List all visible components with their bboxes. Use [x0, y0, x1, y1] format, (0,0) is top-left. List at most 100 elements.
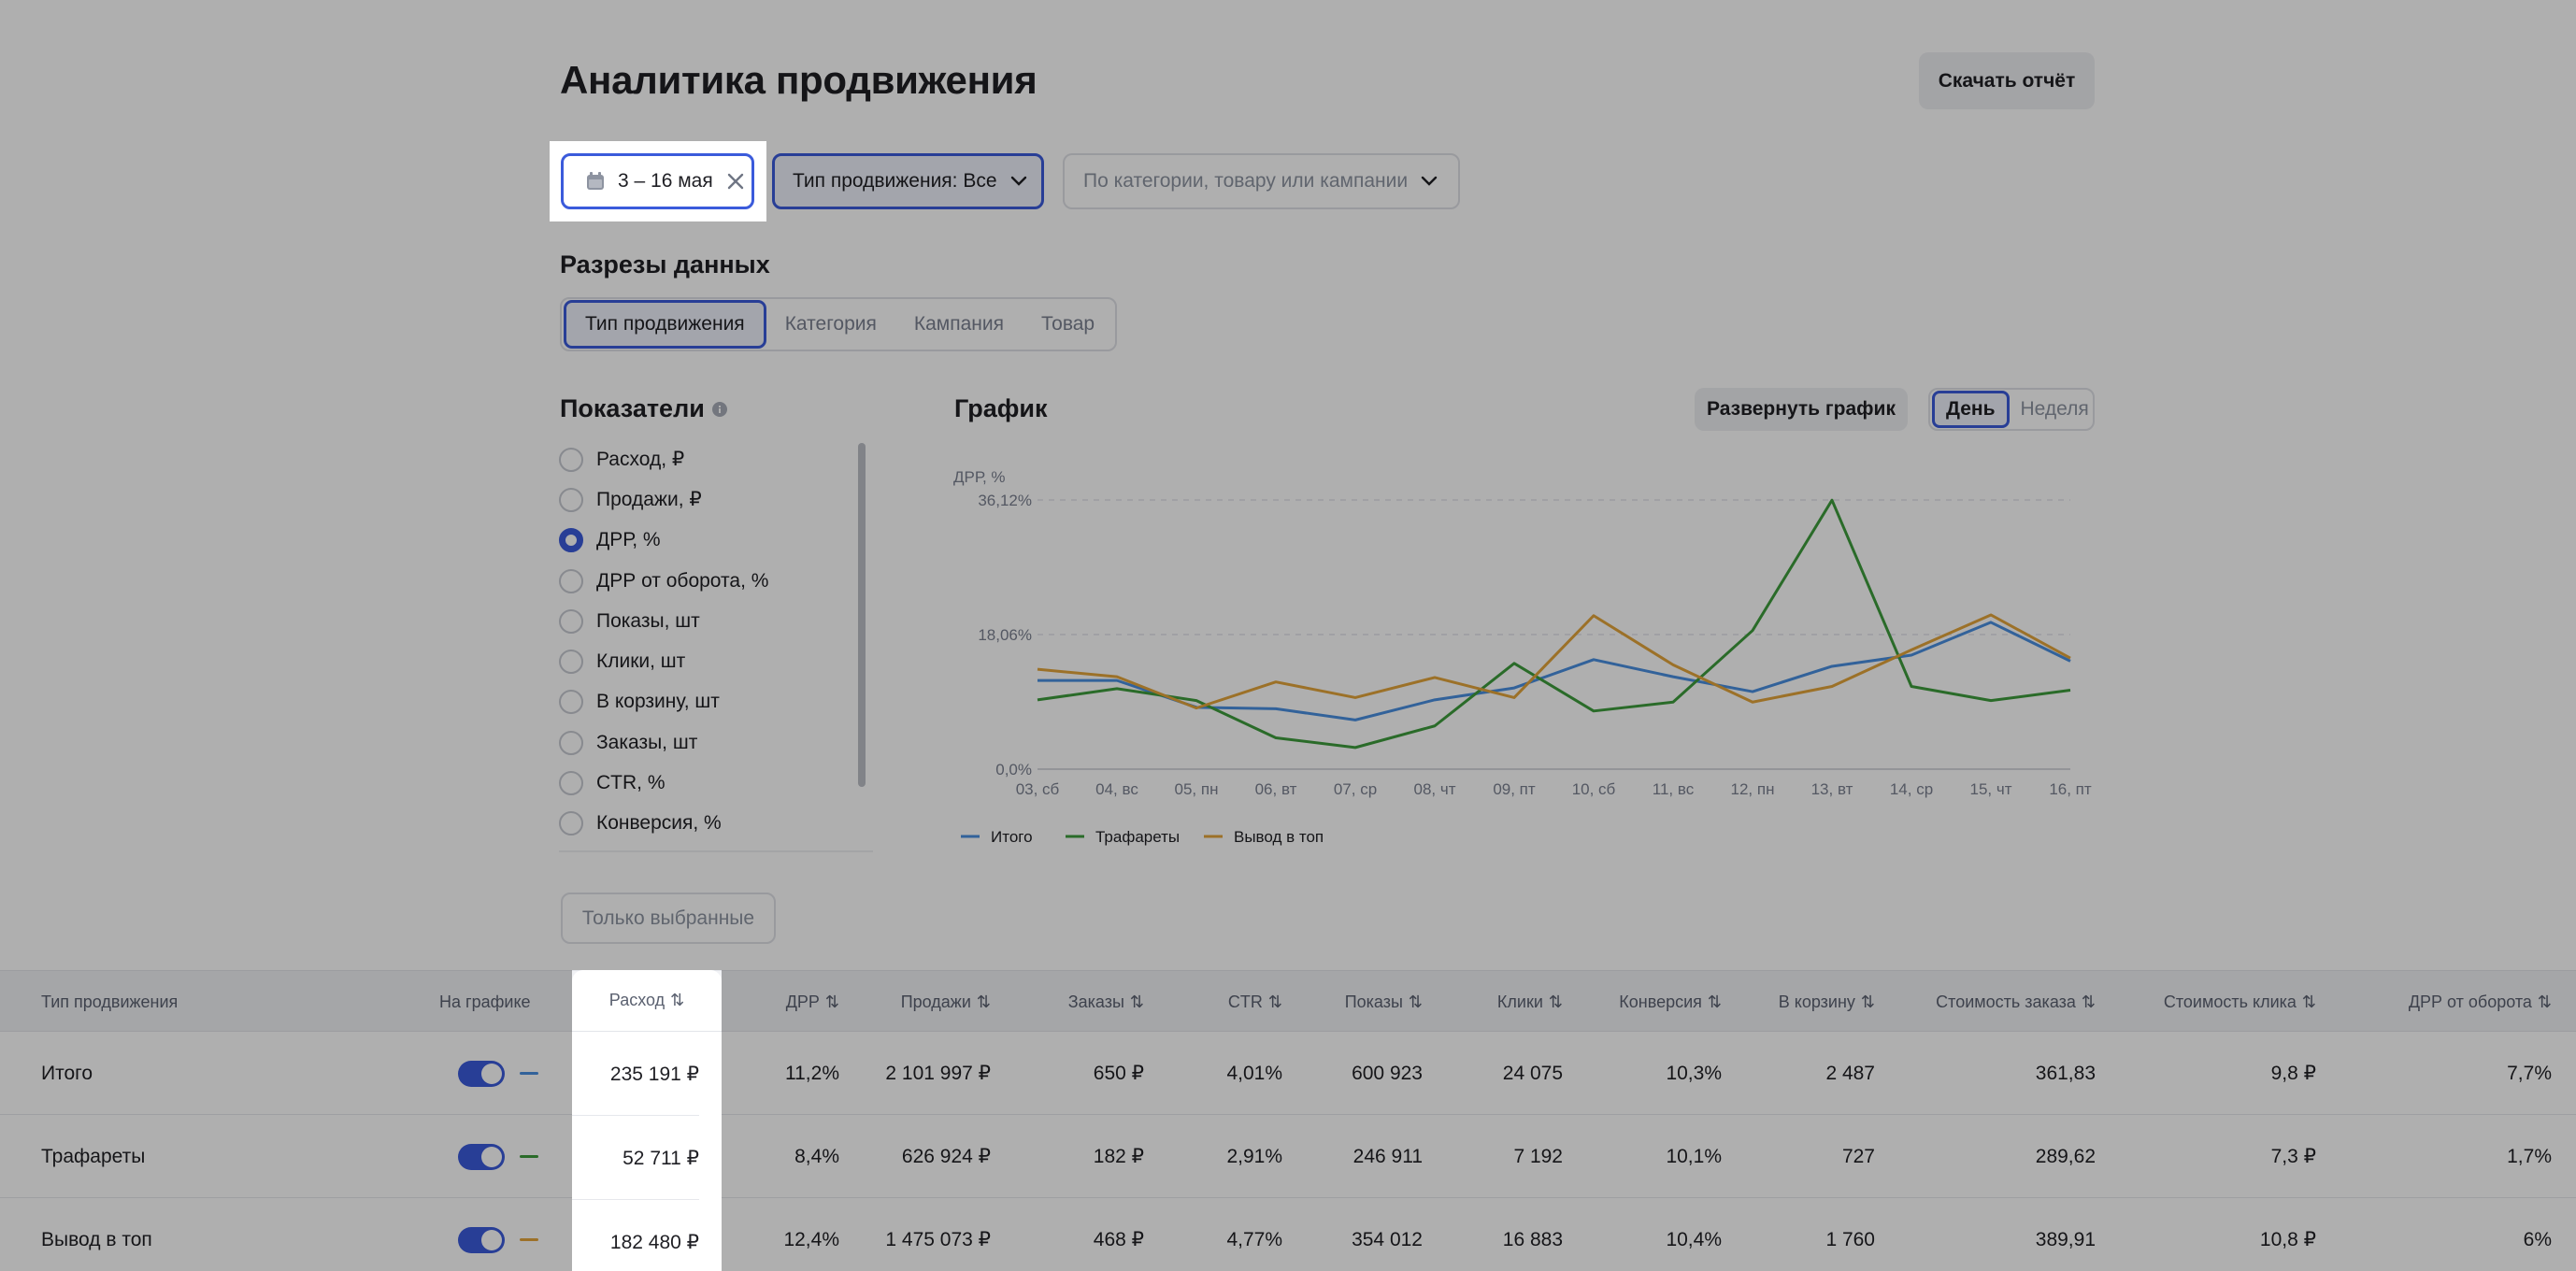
x-tick-label: 10, сб: [1572, 780, 1616, 798]
close-icon[interactable]: [726, 172, 745, 191]
period-week-button[interactable]: Неделя: [2010, 391, 2100, 428]
metric-option[interactable]: Клики, шт: [559, 641, 873, 681]
highlight-spend-column: Расход ⇅ 235 191 ₽52 711 ₽182 480 ₽: [572, 970, 722, 1271]
column-header[interactable]: В корзину ⇅: [1731, 971, 1875, 1033]
table-cell: 10,4%: [1666, 1228, 1722, 1250]
period-day-button[interactable]: День: [1932, 391, 2010, 428]
column-header-label: На графике: [439, 992, 531, 1011]
radio[interactable]: [559, 771, 583, 796]
metric-option[interactable]: Заказы, шт: [559, 722, 873, 763]
column-header[interactable]: Стоимость заказа ⇅: [1884, 971, 2096, 1033]
sort-icon[interactable]: ⇅: [1268, 993, 1282, 1012]
table-row: Итого 235 191 ₽ 11,2% 2 101 997 ₽ 650 ₽ 4,01%…: [0, 1032, 2576, 1115]
metric-option-selected[interactable]: ДРР, %: [559, 521, 873, 561]
legend-item: Вывод в топ: [1204, 828, 1324, 846]
row-name: Вывод в топ: [41, 1228, 152, 1250]
slices-tabs: Тип продвижения Категория Кампания Товар: [560, 297, 1118, 351]
tab-category[interactable]: Категория: [766, 300, 895, 349]
x-tick-label: 15, чт: [1970, 780, 2012, 798]
radio[interactable]: [559, 650, 583, 675]
series-color-swatch: [520, 1238, 538, 1241]
table-cell: 727: [1841, 1145, 1875, 1167]
column-header[interactable]: Показы ⇅: [1294, 971, 1423, 1033]
metric-option[interactable]: CTR, %: [559, 763, 873, 803]
table-cell: 24 075: [1502, 1062, 1563, 1084]
column-header[interactable]: Стоимость клика ⇅: [2105, 971, 2316, 1033]
metric-option[interactable]: Показы, шт: [559, 601, 873, 641]
radio[interactable]: [559, 447, 583, 472]
metric-option[interactable]: ДРР от оборота, %: [559, 561, 873, 601]
column-header[interactable]: Клики ⇅: [1434, 971, 1563, 1033]
x-tick-label: 16, пт: [2049, 780, 2092, 798]
table-cell: 12,4%: [783, 1228, 839, 1250]
tab-product[interactable]: Товар: [1023, 300, 1113, 349]
sort-icon[interactable]: ⇅: [1409, 993, 1423, 1012]
search-filter[interactable]: По категории, товару или кампании: [1063, 153, 1460, 209]
sort-icon[interactable]: ⇅: [825, 993, 839, 1012]
radio[interactable]: [559, 730, 583, 755]
show-on-chart-toggle[interactable]: [458, 1060, 505, 1087]
promo-type-filter[interactable]: Тип продвижения: Все: [772, 153, 1044, 209]
table-cell: 1 760: [1825, 1228, 1875, 1250]
radio-selected[interactable]: [559, 528, 583, 553]
metric-option[interactable]: Конверсия, %: [559, 804, 873, 844]
column-header[interactable]: Продажи ⇅: [851, 971, 991, 1033]
show-on-chart-toggle[interactable]: [458, 1143, 505, 1170]
row-name: Трафареты: [41, 1145, 146, 1167]
spend-cell: 52 711 ₽: [572, 1117, 699, 1200]
table-cell: 361,83: [2035, 1062, 2096, 1084]
info-icon[interactable]: [711, 401, 727, 417]
sort-icon[interactable]: ⇅: [2538, 993, 2552, 1012]
table-cell: 2 101 997 ₽: [885, 1063, 991, 1084]
metric-option[interactable]: Продажи, ₽: [559, 479, 873, 520]
date-range-filter[interactable]: 3 – 16 мая: [561, 153, 754, 209]
table-cell: 7,7%: [2507, 1062, 2552, 1084]
metrics-scrollbar[interactable]: [858, 443, 866, 787]
table-cell: 7,3 ₽: [2270, 1146, 2316, 1167]
radio[interactable]: [559, 608, 583, 634]
sort-icon[interactable]: ⇅: [2302, 993, 2316, 1012]
table-cell: 10,1%: [1666, 1145, 1722, 1167]
sort-icon[interactable]: ⇅: [2082, 993, 2096, 1012]
sort-icon[interactable]: ⇅: [670, 991, 684, 1010]
page-title: Аналитика продвижения: [560, 58, 1038, 102]
download-report-button[interactable]: Скачать отчёт: [1919, 52, 2095, 109]
tab-campaign[interactable]: Кампания: [895, 300, 1023, 349]
sort-icon[interactable]: ⇅: [1861, 993, 1875, 1012]
expand-chart-button[interactable]: Развернуть график: [1695, 388, 1908, 431]
metric-label: CTR, %: [596, 772, 665, 794]
radio[interactable]: [559, 690, 583, 715]
table-header: Тип продвиженияНа графикеРасход⇅ДРР⇅Прод…: [0, 970, 2576, 1032]
radio[interactable]: [559, 487, 583, 512]
sort-icon[interactable]: ⇅: [1130, 993, 1144, 1012]
y-axis-label: ДРР, %: [953, 468, 1006, 486]
table-cell: 8,4%: [794, 1145, 839, 1167]
tab-promo-type[interactable]: Тип продвижения: [564, 300, 766, 349]
radio[interactable]: [559, 568, 583, 593]
metric-option[interactable]: В корзину, шт: [559, 682, 873, 722]
x-tick-label: 14, ср: [1890, 780, 1933, 798]
table-cell: 4,77%: [1226, 1228, 1282, 1250]
column-header[interactable]: ДРР от оборота ⇅: [2326, 971, 2552, 1033]
column-header[interactable]: Конверсия ⇅: [1574, 971, 1722, 1033]
column-header[interactable]: Заказы ⇅: [1000, 971, 1144, 1033]
sort-icon[interactable]: ⇅: [1708, 993, 1722, 1012]
table-cell: 10,8 ₽: [2259, 1229, 2316, 1250]
sort-icon[interactable]: ⇅: [1549, 993, 1563, 1012]
only-selected-button[interactable]: Только выбранные: [561, 893, 776, 944]
metric-option[interactable]: Расход, ₽: [559, 439, 873, 479]
metric-label: Расход, ₽: [596, 449, 685, 471]
sort-icon[interactable]: ⇅: [977, 993, 991, 1012]
column-header-label: Продажи: [900, 992, 971, 1011]
column-header[interactable]: CTR ⇅: [1155, 971, 1282, 1033]
y-tick-label: 36,12%: [978, 492, 1032, 509]
table-cell: 2 487: [1825, 1062, 1875, 1084]
metric-label: Показы, шт: [596, 609, 700, 632]
column-header-spend[interactable]: Расход ⇅: [572, 970, 722, 1032]
metric-label: В корзину, шт: [596, 691, 720, 713]
radio[interactable]: [559, 811, 583, 836]
show-on-chart-toggle[interactable]: [458, 1226, 505, 1253]
x-tick-label: 04, вс: [1095, 780, 1138, 798]
x-tick-label: 05, пн: [1175, 780, 1219, 798]
column-header[interactable]: ДРР ⇅: [710, 971, 839, 1033]
